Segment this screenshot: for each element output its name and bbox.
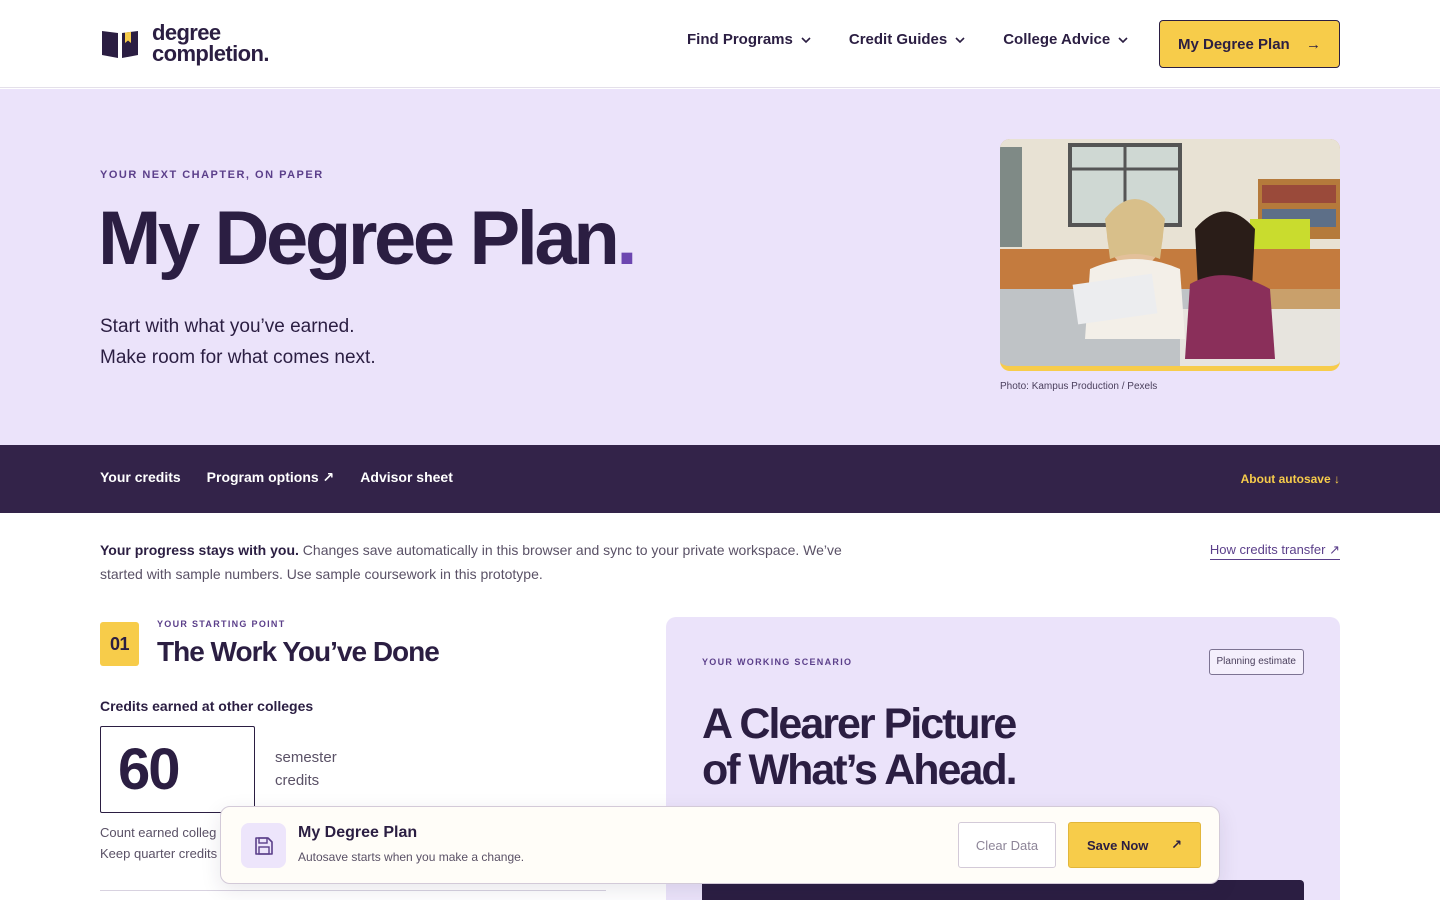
- save-now-button[interactable]: Save Now ↗: [1068, 822, 1201, 868]
- how-credits-transfer-link[interactable]: How credits transfer ↗: [1209, 542, 1340, 560]
- nav-credit-guides[interactable]: Credit Guides: [849, 31, 965, 48]
- planning-estimate-badge: Planning estimate: [1208, 649, 1304, 675]
- nav-label: Credit Guides: [848, 31, 948, 48]
- credits-help-text: Count earned colleg Keep quarter credits: [100, 822, 217, 864]
- logo-text: degree completion.: [152, 22, 269, 66]
- hero-photo: [1000, 139, 1340, 371]
- save-icon: [241, 823, 286, 868]
- logo[interactable]: degree completion.: [102, 22, 269, 66]
- about-autosave-link[interactable]: About autosave ↓: [1241, 472, 1340, 486]
- arrow-up-right-icon: ↗: [1171, 837, 1182, 852]
- cta-label: My Degree Plan: [1178, 35, 1290, 53]
- step-number-badge: 01: [100, 622, 139, 666]
- step-title: The Work You’ve Done: [157, 636, 440, 667]
- hero-eyebrow: YOUR NEXT CHAPTER, ON PAPER: [100, 169, 324, 181]
- save-now-label: Save Now: [1087, 837, 1149, 853]
- site-header: degree completion. Find Programs Credit …: [0, 0, 1440, 88]
- hero-subtitle: Start with what you’ve earned. Make room…: [100, 311, 376, 373]
- scenario-title: A Clearer Picture of What’s Ahead.: [702, 700, 1018, 794]
- main-nav: Find Programs Credit Guides College Advi…: [687, 31, 1128, 48]
- title-dot: .: [616, 196, 637, 281]
- scenario-title-line-1: A Clearer Picture: [702, 700, 1017, 748]
- credits-unit-line-2: credits: [275, 772, 320, 789]
- credits-earned-input[interactable]: 60: [100, 726, 255, 813]
- my-degree-plan-button[interactable]: My Degree Plan →: [1159, 20, 1340, 68]
- section-nav-links: Your credits Program options ↗ Advisor s…: [100, 469, 453, 486]
- section-divider: [100, 890, 606, 891]
- credits-field-label: Credits earned at other colleges: [100, 698, 314, 714]
- hero-section: YOUR NEXT CHAPTER, ON PAPER My Degree Pl…: [0, 89, 1440, 445]
- section-link-your-credits[interactable]: Your credits: [100, 469, 181, 486]
- autosave-toast: My Degree Plan Autosave starts when you …: [220, 806, 1220, 884]
- help-line-2: Keep quarter credits: [100, 846, 218, 861]
- progress-note-lead: Your progress stays with you.: [100, 542, 299, 558]
- arrow-right-icon: →: [1306, 35, 1321, 53]
- section-link-advisor-sheet[interactable]: Advisor sheet: [360, 469, 453, 486]
- help-line-1: Count earned colleg: [100, 825, 217, 840]
- step-eyebrow: YOUR STARTING POINT: [157, 619, 286, 629]
- book-logo-icon: [102, 28, 138, 58]
- nav-college-advice[interactable]: College Advice: [1003, 31, 1128, 48]
- toast-title: My Degree Plan: [298, 824, 418, 841]
- photo-credit: Photo: Kampus Production / Pexels: [1000, 381, 1158, 392]
- chevron-down-icon: [801, 34, 811, 46]
- credits-unit-line-1: semester: [275, 749, 337, 766]
- scenario-title-line-2: of What’s Ahead.: [702, 746, 1018, 794]
- page-title: My Degree Plan.: [98, 201, 637, 277]
- chevron-down-icon: [955, 34, 965, 46]
- nav-label: College Advice: [1003, 31, 1111, 48]
- credits-unit: semester credits: [275, 746, 337, 792]
- toast-subtitle: Autosave starts when you make a change.: [298, 850, 525, 864]
- chevron-down-icon: [1118, 34, 1128, 46]
- nav-find-programs[interactable]: Find Programs: [687, 31, 811, 48]
- section-link-program-options[interactable]: Program options ↗: [207, 469, 335, 486]
- logo-line-2: completion.: [152, 41, 269, 66]
- clear-data-button[interactable]: Clear Data: [958, 822, 1056, 868]
- progress-note: Your progress stays with you. Changes sa…: [100, 538, 860, 586]
- scenario-eyebrow: YOUR WORKING SCENARIO: [702, 657, 853, 667]
- page-title-text: My Degree Plan: [98, 196, 620, 281]
- section-nav: Your credits Program options ↗ Advisor s…: [0, 445, 1440, 513]
- nav-label: Find Programs: [687, 31, 793, 48]
- hero-subtitle-line-1: Start with what you’ve earned.: [100, 316, 355, 337]
- hero-subtitle-line-2: Make room for what comes next.: [100, 347, 376, 368]
